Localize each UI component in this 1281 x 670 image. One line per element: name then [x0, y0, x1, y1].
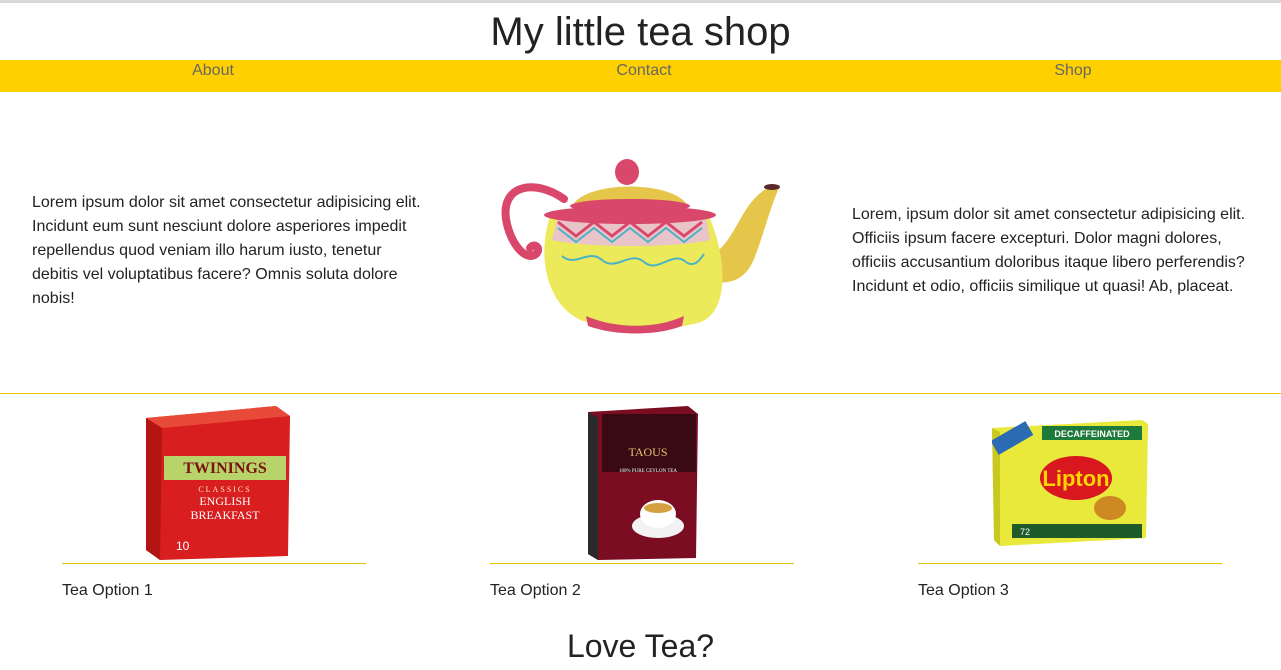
hero-left-paragraph: Lorem ipsum dolor sit amet consectetur a… [32, 194, 421, 307]
top-border [0, 0, 1281, 3]
product-2-image[interactable]: TAOUS 100% PURE CEYLON TEA [588, 406, 698, 560]
nav-link-shop[interactable]: Shop [1054, 62, 1091, 80]
teapot-image [501, 159, 780, 334]
product-3-image[interactable]: DECAFFEINATED Lipton 72 [992, 420, 1148, 546]
product-3-label[interactable]: Tea Option 3 [918, 582, 1009, 600]
product-3-count: 72 [1020, 527, 1030, 537]
product-2-line: 100% PURE CEYLON TEA [619, 469, 677, 474]
love-tea-heading: Love Tea? [566, 628, 715, 664]
product-3-brand: Lipton [1042, 466, 1109, 491]
product-1-count: 10 [176, 539, 190, 553]
nav-link-contact[interactable]: Contact [616, 62, 671, 80]
product-1-image[interactable]: TWININGS CLASSICS ENGLISH BREAKFAST 10 [146, 404, 290, 560]
product-2-brand: TAOUS [628, 445, 667, 459]
site-title: My little tea shop [490, 10, 791, 54]
product-1-line: CLASSICS [198, 485, 251, 494]
product-1-divider [62, 563, 366, 564]
hero-right-paragraph: Lorem, ipsum dolor sit amet consectetur … [852, 206, 1246, 295]
hero-section: Lorem ipsum dolor sit amet consectetur a… [0, 92, 1281, 394]
product-1-label[interactable]: Tea Option 1 [62, 582, 153, 600]
product-1-brand: TWININGS [183, 460, 267, 477]
products-section: TWININGS CLASSICS ENGLISH BREAKFAST 10 T… [0, 394, 1281, 634]
product-1-name-1: ENGLISH [199, 494, 251, 508]
product-1-name-2: BREAKFAST [190, 508, 260, 522]
product-3-divider [918, 563, 1222, 564]
product-2-divider [490, 563, 794, 564]
product-3-line: DECAFFEINATED [1054, 429, 1130, 439]
nav-link-about[interactable]: About [192, 62, 234, 80]
product-2-label[interactable]: Tea Option 2 [490, 582, 581, 600]
